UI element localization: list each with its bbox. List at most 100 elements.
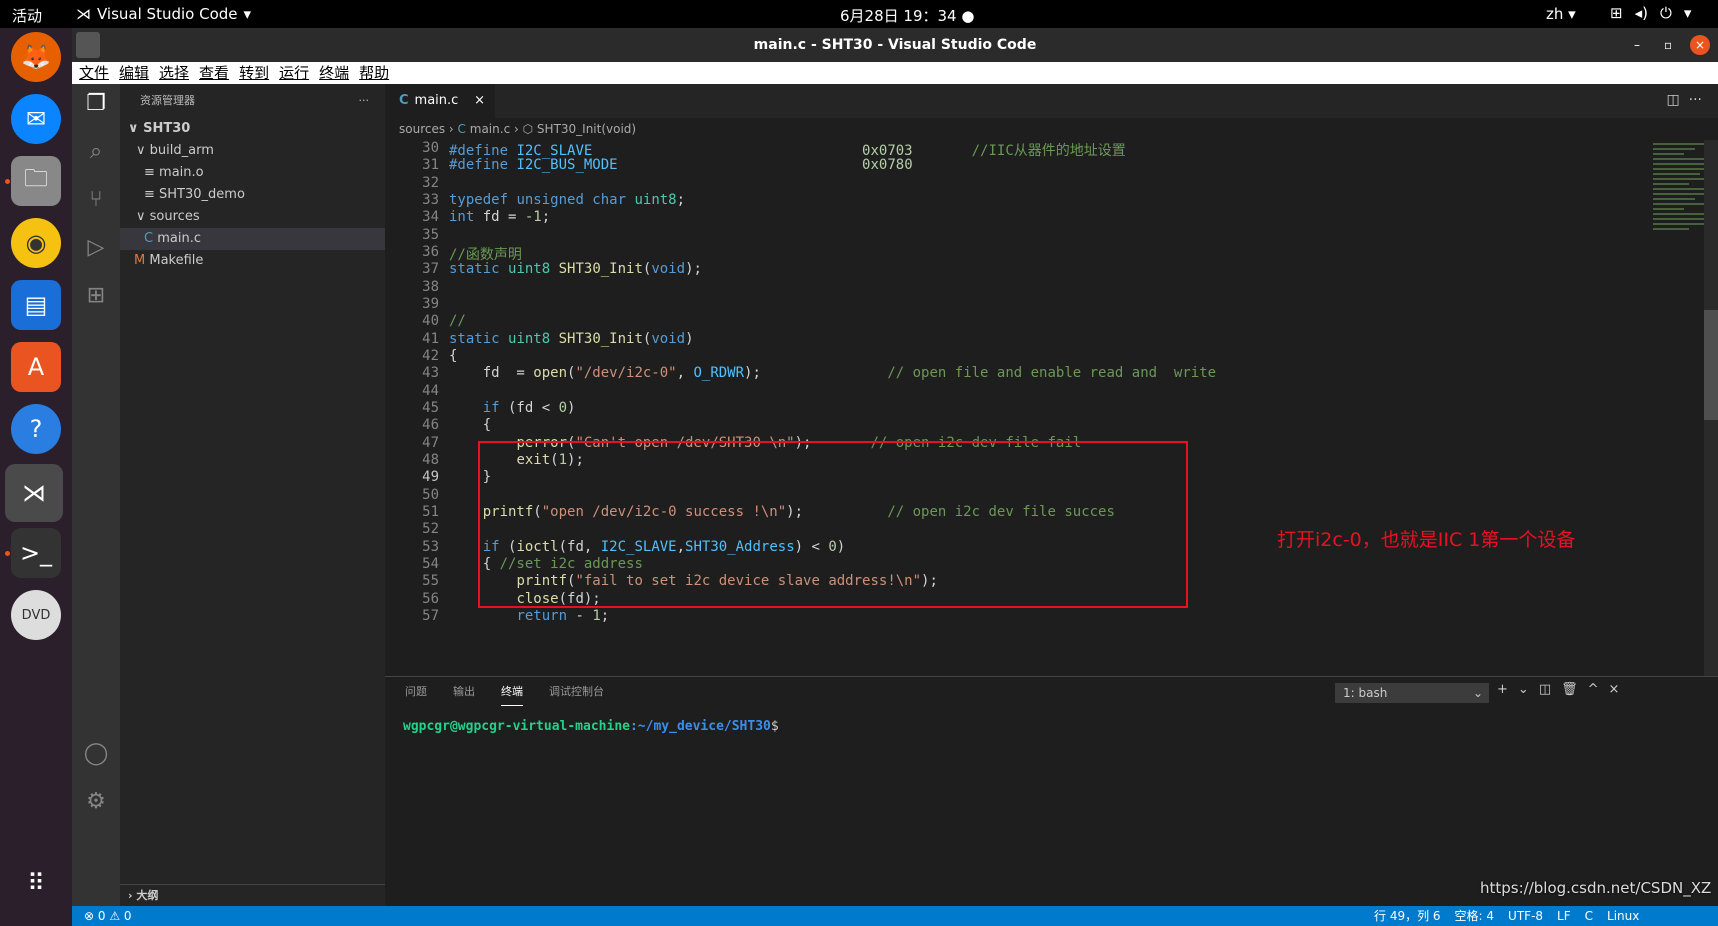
menu-item-5[interactable]: 运行 xyxy=(276,62,312,84)
extensions-icon[interactable]: ⊞ xyxy=(80,280,112,312)
menu-item-6[interactable]: 终端 xyxy=(316,62,352,84)
maximize-button[interactable]: ▫ xyxy=(1664,28,1672,62)
chevron-down-icon: ▾ xyxy=(1683,4,1692,22)
tree-icon: ≡ xyxy=(144,165,160,180)
run-debug-icon[interactable]: ▷ xyxy=(80,232,112,264)
minimize-button[interactable]: – xyxy=(1634,28,1640,62)
explorer-icon[interactable]: ❐ xyxy=(80,88,112,120)
menu-item-4[interactable]: 转到 xyxy=(236,62,272,84)
split-editor-icon[interactable]: ◫ xyxy=(1667,92,1680,108)
language-indicator[interactable]: zh ▾ xyxy=(1546,5,1576,23)
panel-tab[interactable]: 终端 xyxy=(501,683,523,706)
breadcrumb[interactable]: sources › C main.c › ⬡ SHT30_Init(void) xyxy=(385,118,1718,140)
tree-item[interactable]: ∨ SHT30 xyxy=(120,118,385,140)
editor-actions[interactable]: ◫ ··· xyxy=(1667,92,1703,108)
tree-item-label: Makefile xyxy=(149,253,204,268)
status-item[interactable]: 空格: 4 xyxy=(1455,906,1495,926)
help-icon[interactable]: ? xyxy=(11,404,61,454)
dvd-icon[interactable]: DVD xyxy=(11,590,61,640)
close-panel-icon[interactable]: × xyxy=(1609,682,1620,697)
tree-item-label: main.o xyxy=(159,165,204,180)
status-item[interactable]: UTF-8 xyxy=(1508,906,1543,926)
tree-item-label: SHT30_demo xyxy=(159,187,245,202)
vscode-icon: ⋊ xyxy=(76,5,91,23)
more-icon[interactable]: ··· xyxy=(1689,92,1702,108)
problems-count[interactable]: ⊗ 0 ⚠ 0 xyxy=(84,906,132,926)
tree-item[interactable]: M Makefile xyxy=(120,250,385,272)
menu-item-0[interactable]: 文件 xyxy=(76,62,112,84)
accounts-icon[interactable]: ◯ xyxy=(80,738,112,770)
code-editor[interactable]: 30 #define I2C_SLAVE 0x0703 //IIC从器件的地址设置… xyxy=(385,140,1645,676)
clock[interactable]: 6月28日 19：34 ● xyxy=(840,5,974,26)
system-top-bar: 活动 ⋊ Visual Studio Code ▾ 6月28日 19：34 ● zh… xyxy=(0,0,1718,28)
watermark: https://blog.csdn.net/CSDN_XZ xyxy=(1480,879,1712,897)
tree-item[interactable]: C main.c xyxy=(120,228,385,250)
activities-button[interactable]: 活动 xyxy=(12,5,42,26)
tree-icon: C xyxy=(144,231,158,246)
window-titlebar: main.c - SHT30 - Visual Studio Code – ▫ … xyxy=(72,28,1718,62)
tree-item[interactable]: ≡ main.o xyxy=(120,162,385,184)
scrollbar-thumb[interactable] xyxy=(1704,310,1718,420)
outline-section[interactable]: › 大纲 xyxy=(120,884,385,906)
tree-icon: M xyxy=(134,253,150,268)
status-item[interactable]: C xyxy=(1585,906,1593,926)
vscode-dock-icon[interactable]: ⋊ xyxy=(5,464,63,522)
network-icon: ⊞ xyxy=(1610,4,1623,22)
tree-item[interactable]: ∨ sources xyxy=(120,206,385,228)
status-item[interactable]: 行 49，列 6 xyxy=(1374,906,1441,926)
tree-item-label: build_arm xyxy=(149,143,214,158)
status-item[interactable]: Linux xyxy=(1607,906,1639,926)
close-tab-icon[interactable]: × xyxy=(474,84,485,118)
trash-icon[interactable]: 🗑 xyxy=(1561,682,1578,697)
tree-item-label: sources xyxy=(149,209,200,224)
terminal-icon[interactable]: >_ xyxy=(11,528,61,578)
software-icon[interactable]: A xyxy=(11,342,61,392)
rhythmbox-icon[interactable]: ◉ xyxy=(11,218,61,268)
menu-item-3[interactable]: 查看 xyxy=(196,62,232,84)
annotation-text: 打开i2c-0，也就是IIC 1第一个设备 xyxy=(1277,529,1576,551)
new-terminal-icon[interactable]: + xyxy=(1497,682,1508,697)
menu-item-2[interactable]: 选择 xyxy=(156,62,192,84)
menu-item-1[interactable]: 编辑 xyxy=(116,62,152,84)
terminal-select[interactable]: 1: bash ⌄ xyxy=(1335,683,1489,703)
app-menu[interactable]: ⋊ Visual Studio Code ▾ xyxy=(76,5,251,23)
editor-tabs: Cmain.c × ◫ ··· xyxy=(385,84,1718,118)
activity-bar: ❐ ⌕ ⑂ ▷ ⊞ ◯ ⚙ xyxy=(72,84,120,906)
status-item[interactable]: LF xyxy=(1557,906,1571,926)
window-icon xyxy=(76,32,100,58)
bottom-panel: 问题 输出 终端 调试控制台 1: bash ⌄ + ⌄ ◫ 🗑 ^ × wgpcgr@… xyxy=(385,676,1718,906)
more-actions-icon[interactable]: ··· xyxy=(359,84,370,118)
panel-tabs: 问题 输出 终端 调试控制台 xyxy=(405,683,604,706)
terminal-prompt[interactable]: wgpcgr@wgpcgr-virtual-machine:~/my_devic… xyxy=(403,719,779,734)
tree-item[interactable]: ∨ build_arm xyxy=(120,140,385,162)
close-button[interactable]: × xyxy=(1690,35,1710,55)
file-tree: ∨ SHT30 ∨ build_arm ≡ main.o ≡ SHT30_demo ∨ … xyxy=(120,118,385,272)
system-tray[interactable]: ⊞ ◂) ⏻ ▾ xyxy=(1610,4,1691,22)
files-icon[interactable]: 🗀 xyxy=(11,156,61,206)
thunderbird-icon[interactable]: ✉ xyxy=(11,94,61,144)
function-icon: ⬡ xyxy=(522,122,534,136)
writer-icon[interactable]: ▤ xyxy=(11,280,61,330)
search-icon[interactable]: ⌕ xyxy=(80,136,112,168)
panel-tab[interactable]: 问题 xyxy=(405,683,427,706)
panel-tab[interactable]: 调试控制台 xyxy=(549,683,604,706)
dock: 🦊 ✉ 🗀 ◉ ▤ A ? ⋊ >_ DVD ⠿ xyxy=(0,28,72,926)
notification-dot-icon: ● xyxy=(961,7,975,25)
c-file-icon: C xyxy=(399,93,409,108)
vertical-scrollbar[interactable] xyxy=(1704,140,1718,676)
split-terminal-icon[interactable]: ◫ xyxy=(1539,682,1551,697)
tree-item[interactable]: ≡ SHT30_demo xyxy=(120,184,385,206)
chevron-down-icon[interactable]: ⌄ xyxy=(1518,682,1529,697)
firefox-icon[interactable]: 🦊 xyxy=(11,32,61,82)
panel-tab[interactable]: 输出 xyxy=(453,683,475,706)
status-items: 行 49，列 6 空格: 4 UTF-8 LF C Linux xyxy=(1374,906,1639,926)
settings-gear-icon[interactable]: ⚙ xyxy=(80,786,112,818)
tree-item-label: main.c xyxy=(157,231,201,246)
source-control-icon[interactable]: ⑂ xyxy=(80,184,112,216)
show-apps-icon[interactable]: ⠿ xyxy=(11,858,61,908)
menu-item-7[interactable]: 帮助 xyxy=(356,62,392,84)
window-title: main.c - SHT30 - Visual Studio Code xyxy=(753,37,1037,53)
maximize-panel-icon[interactable]: ^ xyxy=(1588,682,1599,697)
highlight-box xyxy=(478,441,1188,608)
tab-main-c[interactable]: Cmain.c × xyxy=(385,84,495,118)
